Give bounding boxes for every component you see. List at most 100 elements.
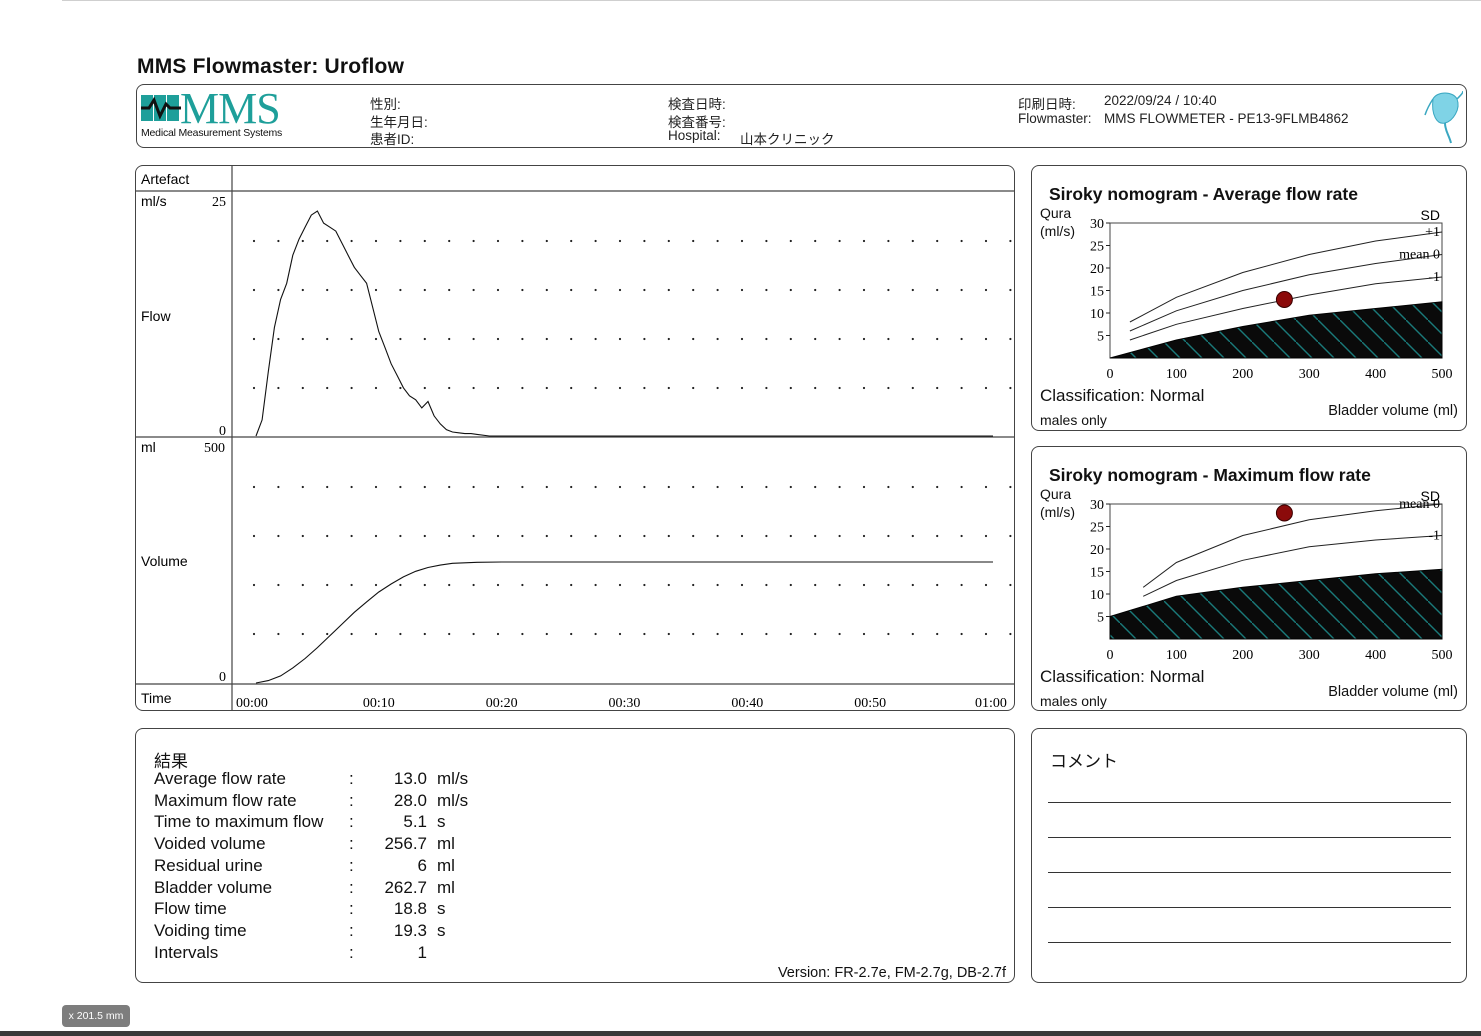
uroflow-chart: 00:00 00:10 00:20 00:30 00:40 00:50 01:00 Arte…: [135, 165, 1015, 711]
grid-dot: [692, 534, 695, 538]
grid-dot: [984, 386, 988, 390]
grid-dot: [594, 337, 597, 341]
result-colon: :: [349, 812, 354, 832]
comment-line[interactable]: [1048, 907, 1451, 908]
grid-dot: [570, 288, 573, 292]
grid-dot: [618, 288, 622, 292]
nomogram-xtick-label: 100: [1166, 648, 1187, 663]
comment-heading: コメント: [1050, 752, 1118, 771]
grid-dot: [814, 239, 817, 243]
grid-dot: [252, 534, 256, 538]
grid-dot: [740, 534, 744, 538]
grid-dot: [643, 239, 646, 243]
nomogram-sd-label: +1: [1425, 225, 1440, 240]
grid-dot: [643, 288, 646, 292]
print-date-value: 2022/09/24 / 10:40: [1104, 93, 1217, 108]
comment-line[interactable]: [1048, 802, 1451, 803]
grid-dot: [618, 386, 622, 390]
grid-dot: [472, 386, 475, 390]
grid-dot: [814, 337, 817, 341]
logo-subtitle: Medical Measurement Systems: [141, 127, 283, 139]
grid-dot: [814, 534, 817, 538]
grid-dot: [692, 288, 695, 292]
grid-dot: [936, 288, 939, 292]
print-date-label: 印刷日時:: [1018, 97, 1076, 112]
grid-dot: [545, 288, 548, 292]
grid-dot: [423, 386, 426, 390]
nomogram-ytick-label: 20: [1090, 543, 1104, 558]
grid-dot: [423, 485, 426, 489]
grid-dot: [326, 337, 329, 341]
grid-dot: [838, 534, 841, 538]
nomogram-ytick-label: 25: [1090, 240, 1104, 255]
grid-dot: [277, 386, 280, 390]
grid-dot: [814, 288, 817, 292]
grid-dot: [692, 386, 695, 390]
grid-dot: [277, 583, 280, 587]
volume-section-label: Volume: [141, 553, 188, 569]
grid-dot: [716, 386, 719, 390]
grid-dot: [448, 534, 451, 538]
result-colon: :: [349, 877, 354, 897]
grid-dot: [545, 583, 548, 587]
grid-dot: [789, 632, 792, 636]
bladder-icon: [1424, 90, 1463, 144]
result-colon: :: [349, 790, 354, 810]
grid-dot: [521, 534, 524, 538]
grid-dot: [252, 239, 256, 243]
siroky-maximum-panel: Siroky nomogram - Maximum flow rate Qura…: [1031, 446, 1467, 711]
grid-dot: [838, 583, 841, 587]
grid-dot: [789, 534, 792, 538]
grid-dot: [838, 239, 841, 243]
grid-dot: [618, 583, 622, 587]
comment-line[interactable]: [1048, 942, 1451, 943]
grid-dot: [301, 239, 304, 243]
grid-dot: [570, 534, 573, 538]
grid-dot: [252, 337, 256, 341]
grid-dot: [277, 239, 280, 243]
grid-dot: [326, 288, 329, 292]
grid-dot: [838, 288, 841, 292]
grid-dot: [740, 632, 744, 636]
grid-dot: [740, 485, 744, 489]
grid-dot: [887, 485, 890, 489]
grid-dot: [838, 337, 841, 341]
result-label: Voiding time: [154, 920, 247, 940]
result-colon: :: [349, 920, 354, 940]
comment-line[interactable]: [1048, 872, 1451, 873]
grid-dot: [570, 632, 573, 636]
grid-dot: [374, 534, 378, 538]
result-label: Maximum flow rate: [154, 790, 297, 810]
grid-dot: [936, 534, 939, 538]
grid-dot: [887, 534, 890, 538]
grid-dot: [862, 534, 866, 538]
grid-dot: [570, 485, 573, 489]
comment-line[interactable]: [1048, 837, 1451, 838]
grid-dot: [350, 583, 353, 587]
grid-dot: [1009, 534, 1012, 538]
result-value: 6: [417, 855, 427, 875]
grid-dot: [521, 288, 524, 292]
grid-dot: [643, 632, 646, 636]
grid-dot: [1009, 386, 1012, 390]
grid-dot: [472, 337, 475, 341]
grid-dot: [277, 632, 280, 636]
grid-dot: [667, 534, 670, 538]
exam-datetime-label: 検査日時:: [668, 97, 726, 112]
grid-dot: [643, 337, 646, 341]
time-tick-label: 00:20: [486, 696, 518, 711]
grid-dot: [399, 239, 402, 243]
grid-dot: [862, 337, 866, 341]
grid-dot: [692, 337, 695, 341]
grid-dot: [301, 632, 304, 636]
grid-dot: [692, 583, 695, 587]
time-tick-label: 00:40: [731, 696, 763, 711]
nomogram-ytick-label: 10: [1090, 588, 1104, 603]
grid-dot: [496, 534, 500, 538]
result-colon: :: [349, 834, 354, 854]
volume-unit-label: ml: [141, 439, 156, 455]
grid-dot: [570, 386, 573, 390]
grid-dot: [374, 386, 378, 390]
grid-dot: [765, 583, 768, 587]
grid-dot: [545, 386, 548, 390]
